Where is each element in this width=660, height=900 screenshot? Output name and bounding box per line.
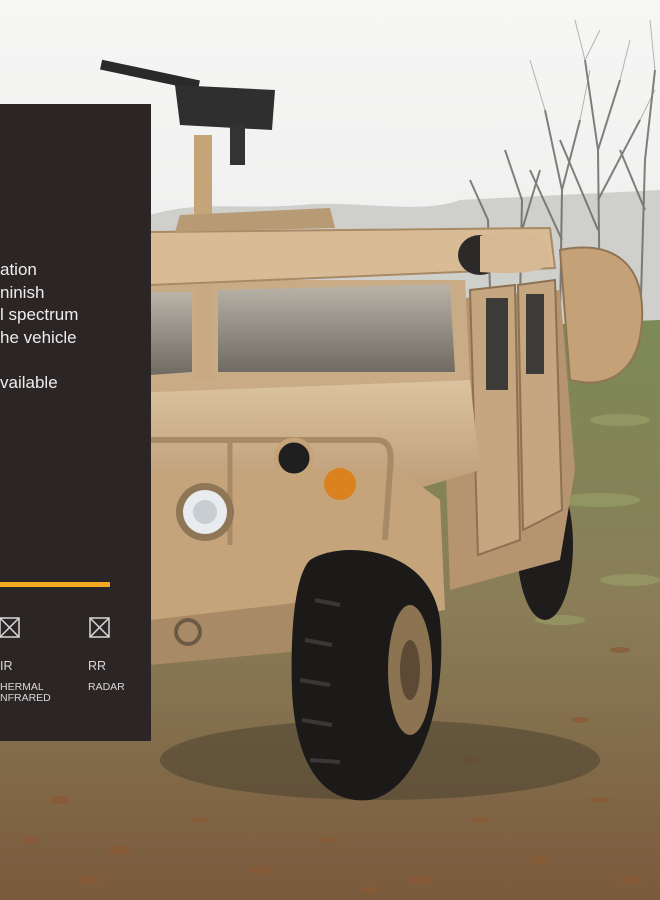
- crossed-box-icon: [0, 617, 20, 638]
- signature-label-ir: HERMAL NFRARED: [0, 681, 51, 704]
- panel-body-text: ation ninish l spectrum he vehicle vaila…: [0, 259, 151, 394]
- body-line: vailable: [0, 372, 58, 392]
- body-line: [0, 349, 151, 372]
- info-panel: ation ninish l spectrum he vehicle vaila…: [0, 104, 151, 741]
- body-line: l spectrum: [0, 305, 79, 324]
- signature-label-rr: RADAR: [88, 681, 125, 693]
- body-line: he vehicle: [0, 327, 77, 347]
- body-line: ninish: [0, 282, 45, 302]
- body-line: ation: [0, 260, 37, 279]
- signature-code-ir: IR: [0, 659, 13, 673]
- signature-code-rr: RR: [88, 659, 107, 673]
- accent-divider: [0, 582, 110, 587]
- crossed-box-icon: [89, 617, 110, 638]
